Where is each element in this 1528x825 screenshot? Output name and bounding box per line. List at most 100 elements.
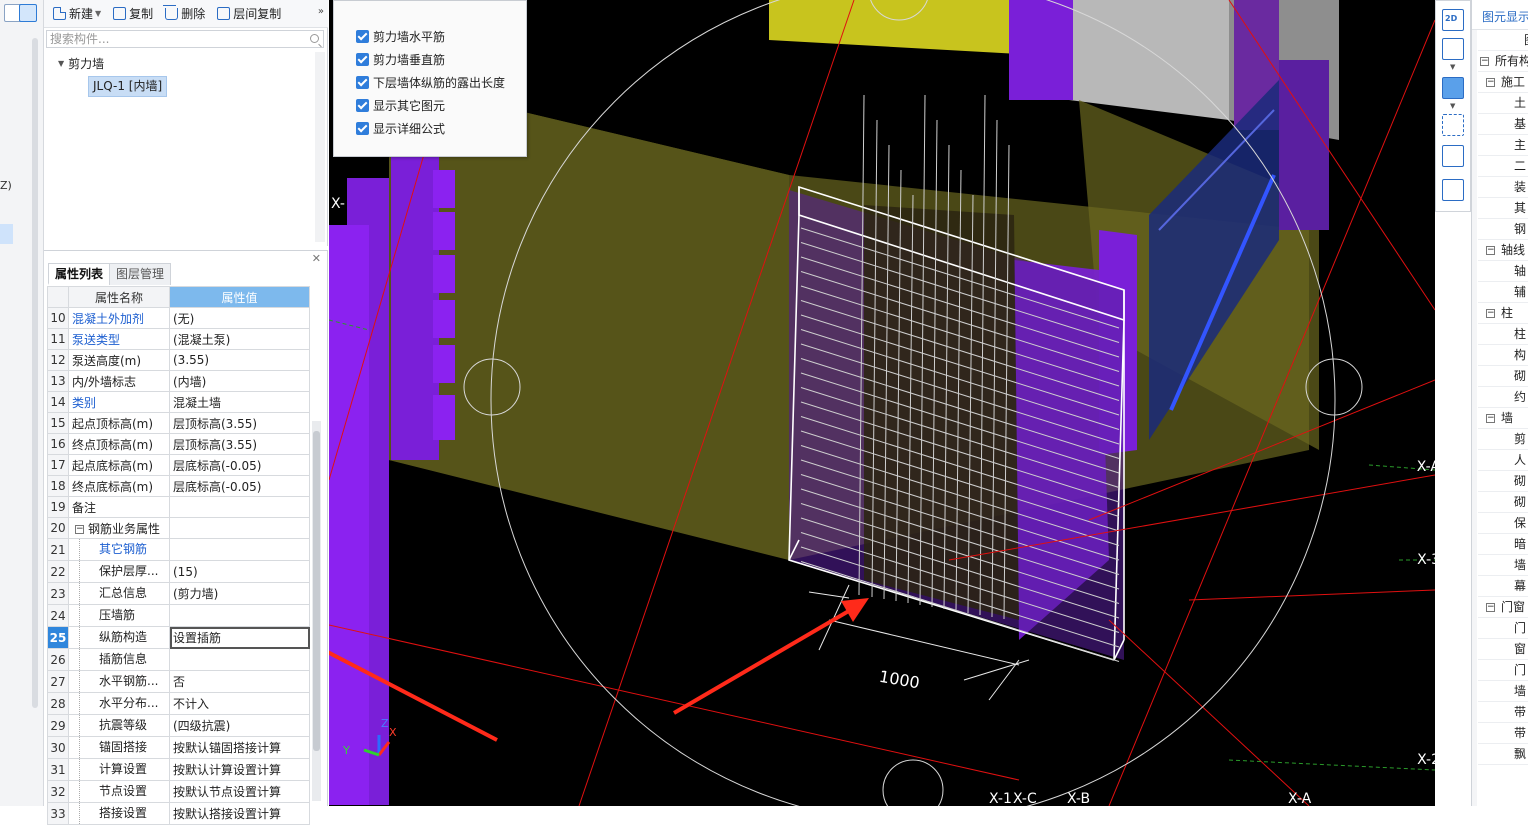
display-tree-item[interactable]: 暗 <box>1478 534 1528 555</box>
display-tree-item[interactable]: − 轴线 <box>1478 240 1528 261</box>
display-tree-item[interactable]: 人 <box>1478 450 1528 471</box>
property-value[interactable]: 否 <box>169 670 310 693</box>
table-row[interactable]: 11 泵送类型 (混凝土泵) <box>47 328 310 350</box>
table-row[interactable]: 23 汇总信息 (剪力墙) <box>47 582 310 605</box>
property-value[interactable]: (无) <box>169 307 310 329</box>
collapse-icon[interactable]: − <box>1486 309 1495 318</box>
table-row[interactable]: 29 抗震等级 (四级抗震) <box>47 714 310 737</box>
chevron-down-icon[interactable]: ▼ <box>95 9 101 18</box>
table-row[interactable]: 26 插筋信息 <box>47 648 310 671</box>
property-scrollbar[interactable] <box>312 421 321 801</box>
property-value[interactable]: (内墙) <box>169 370 310 392</box>
tab-layer-management[interactable]: 图层管理 <box>109 263 172 285</box>
collapse-icon[interactable]: − <box>1486 78 1495 87</box>
display-tree-item[interactable]: − 施工 <box>1478 72 1528 93</box>
collapse-icon[interactable]: − <box>1486 414 1495 423</box>
table-row[interactable]: 12 泵送高度(m) (3.55) <box>47 349 310 371</box>
property-value[interactable]: (15) <box>169 560 310 583</box>
property-value-editing[interactable]: 设置插筋 <box>169 626 310 649</box>
collapse-icon[interactable]: − <box>1480 57 1489 66</box>
property-value[interactable]: (剪力墙) <box>169 582 310 605</box>
display-tree-item[interactable]: 门 <box>1478 660 1528 681</box>
copy-button[interactable]: 复制 <box>108 3 158 25</box>
display-tree-item[interactable]: 其 <box>1478 198 1528 219</box>
checkbox-checked-icon[interactable] <box>356 99 369 112</box>
detail-view-icon[interactable] <box>19 4 37 22</box>
display-tree-item[interactable]: 钢 <box>1478 219 1528 240</box>
table-row[interactable]: 14 类别 混凝土墙 <box>47 391 310 413</box>
chevron-down-icon[interactable]: ▼ <box>1450 63 1455 71</box>
display-tree-item[interactable]: 约 <box>1478 387 1528 408</box>
display-tree-item[interactable]: 构 <box>1478 345 1528 366</box>
checkbox-checked-icon[interactable] <box>356 76 369 89</box>
property-value[interactable] <box>169 538 310 561</box>
table-row[interactable]: 13 内/外墙标志 (内墙) <box>47 370 310 392</box>
table-row[interactable]: 16 终点顶标高(m) 层顶标高(3.55) <box>47 433 310 455</box>
table-row[interactable]: 19 备注 <box>47 496 310 518</box>
checkbox-checked-icon[interactable] <box>356 122 369 135</box>
display-tree-item[interactable]: 幕 <box>1478 576 1528 597</box>
display-tree-item[interactable]: 砌 <box>1478 492 1528 513</box>
property-value[interactable] <box>169 648 310 671</box>
display-tree-item[interactable]: 门 <box>1478 618 1528 639</box>
table-row[interactable]: 21 其它钢筋 <box>47 538 310 561</box>
display-tree-item[interactable]: 剪 <box>1478 429 1528 450</box>
table-row[interactable]: 27 水平钢筋... 否 <box>47 670 310 693</box>
option-show-formula[interactable]: 显示详细公式 <box>356 120 445 137</box>
chevron-down-icon[interactable]: ▼ <box>1450 102 1455 110</box>
display-tree-item[interactable]: 装 <box>1478 177 1528 198</box>
property-value[interactable]: 按默认锚固搭接计算 <box>169 736 310 759</box>
option-horizontal-rebar[interactable]: 剪力墙水平筋 <box>356 28 445 45</box>
option-vertical-rebar[interactable]: 剪力墙垂直筋 <box>356 51 445 68</box>
property-value[interactable]: 层底标高(-0.05) <box>169 475 310 497</box>
shaded-cube-icon[interactable]: ▼ <box>1442 77 1464 110</box>
checkbox-checked-icon[interactable] <box>356 53 369 66</box>
display-tree-item[interactable]: 飘 <box>1478 744 1528 765</box>
collapse-caret-icon[interactable]: ▼ <box>58 59 64 68</box>
tree-scrollbar[interactable] <box>315 52 325 242</box>
display-tree-item[interactable]: 土 <box>1478 93 1528 114</box>
3d-viewport[interactable]: 1000 X- X-A X-3 X-2 X-1 X-C X-B X-A X Y … <box>329 0 1435 806</box>
property-value[interactable]: 混凝土墙 <box>169 391 310 413</box>
property-value[interactable]: (四级抗震) <box>169 714 310 737</box>
property-value[interactable] <box>169 496 310 518</box>
checkbox-checked-icon[interactable] <box>356 30 369 43</box>
display-tree-item[interactable]: 墙 <box>1478 555 1528 576</box>
delete-button[interactable]: 删除 <box>160 3 210 25</box>
display-tree-item[interactable]: − 所有构 <box>1478 51 1528 72</box>
table-row[interactable]: 30 锚固搭接 按默认锚固搭接计算 <box>47 736 310 759</box>
display-tree-item[interactable]: 图 <box>1478 30 1528 51</box>
display-tree-item[interactable]: 砌 <box>1478 471 1528 492</box>
property-value[interactable]: 层顶标高(3.55) <box>169 433 310 455</box>
tab-property-list[interactable]: 属性列表 <box>48 263 111 285</box>
rotation-handle-bottom[interactable] <box>882 759 944 806</box>
floor-copy-button[interactable]: 层间复制 <box>212 3 286 25</box>
display-tree-item[interactable]: − 墙 <box>1478 408 1528 429</box>
table-row[interactable]: 17 起点底标高(m) 层底标高(-0.05) <box>47 454 310 476</box>
cube-view-icon[interactable]: ▼ <box>1442 38 1464 71</box>
search-icon[interactable] <box>310 34 319 43</box>
tree-item-selected[interactable]: JLQ-1 [内墙] <box>88 76 168 97</box>
display-tree-item[interactable]: 主 <box>1478 135 1528 156</box>
display-tree-item[interactable]: 基 <box>1478 114 1528 135</box>
display-tree-item[interactable]: − 柱 <box>1478 303 1528 324</box>
display-tree-item[interactable]: − 门窗 <box>1478 597 1528 618</box>
scroll-thumb[interactable] <box>313 431 320 751</box>
display-tree-item[interactable]: 墙 <box>1478 681 1528 702</box>
property-value[interactable]: 不计入 <box>169 692 310 715</box>
display-tree-item[interactable]: 窗 <box>1478 639 1528 660</box>
collapse-icon[interactable]: − <box>75 524 84 534</box>
display-tree-item[interactable]: 辅 <box>1478 282 1528 303</box>
3d-box-icon[interactable] <box>1442 145 1464 167</box>
display-tree-item[interactable]: 保 <box>1478 513 1528 534</box>
display-tree-item[interactable]: 轴 <box>1478 261 1528 282</box>
display-tree-item[interactable]: 砌 <box>1478 366 1528 387</box>
property-value[interactable]: (混凝土泵) <box>169 328 310 350</box>
right-panel-scrollbar[interactable] <box>1472 30 1477 806</box>
option-show-other-elements[interactable]: 显示其它图元 <box>356 97 445 114</box>
view-2d-button[interactable]: 2D <box>1442 9 1464 31</box>
table-row[interactable]: 15 起点顶标高(m) 层顶标高(3.55) <box>47 412 310 434</box>
new-button[interactable]: 新建 ▼ <box>48 3 106 25</box>
tree-root-shear-wall[interactable]: ▼ 剪力墙 <box>58 55 104 72</box>
display-tree-item[interactable]: 带 <box>1478 723 1528 744</box>
